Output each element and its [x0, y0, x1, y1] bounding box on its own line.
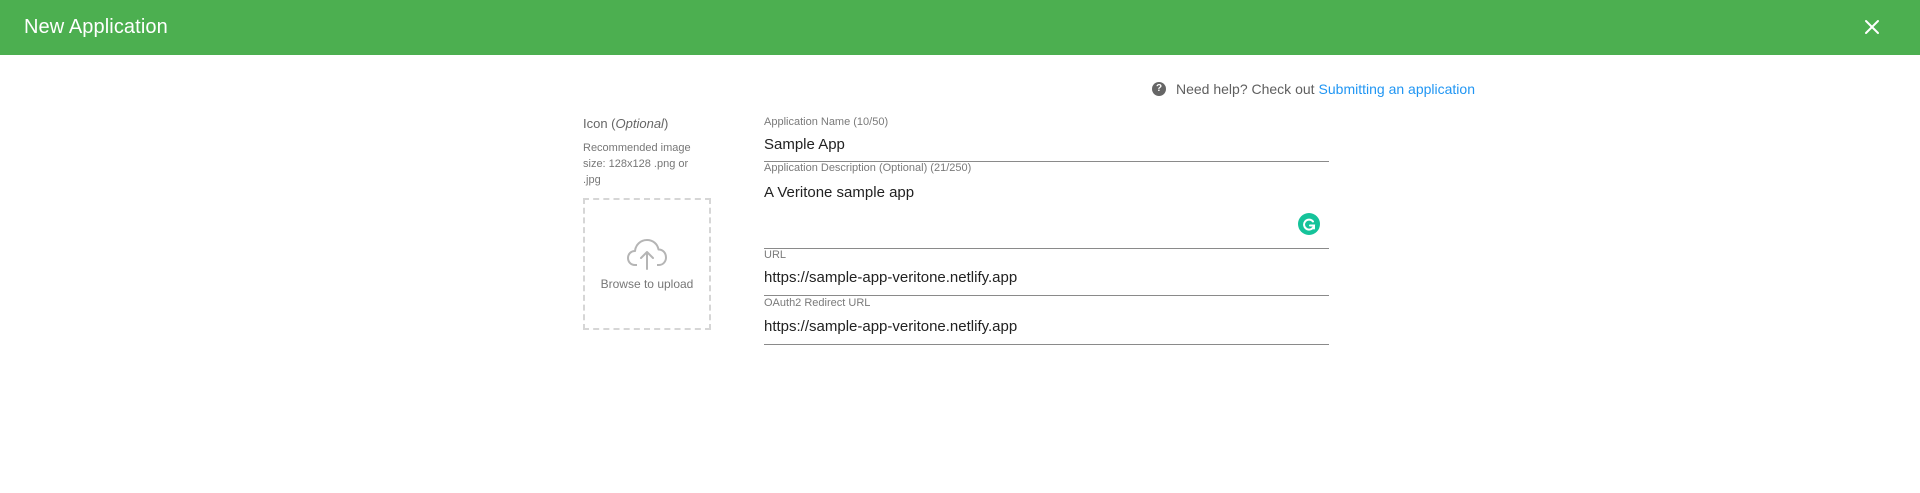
- icon-label-close: ): [663, 116, 669, 131]
- browse-to-upload-text: Browse to upload: [600, 277, 694, 291]
- submitting-application-link[interactable]: Submitting an application: [1319, 81, 1475, 97]
- close-icon: [1865, 20, 1879, 34]
- grammarly-button[interactable]: [1298, 213, 1320, 235]
- icon-size-hint: Recommended image size: 128x128 .png or …: [583, 142, 691, 186]
- url-label: URL: [764, 249, 787, 261]
- icon-label: Icon (Optional): [583, 116, 668, 131]
- oauth-redirect-url-field[interactable]: OAuth2 Redirect URL https://sample-app-v…: [764, 296, 1329, 345]
- application-description-field[interactable]: Application Description (Optional) (21/2…: [764, 162, 1329, 249]
- help-line: ? Need help? Check out Submitting an app…: [1152, 80, 1475, 98]
- url-input[interactable]: https://sample-app-veritone.netlify.app: [764, 269, 1017, 286]
- page-title: New Application: [24, 16, 168, 38]
- application-description-label: Application Description (Optional) (21/2…: [764, 162, 972, 174]
- oauth-redirect-url-label: OAuth2 Redirect URL: [764, 297, 871, 309]
- application-name-input[interactable]: Sample App: [764, 136, 845, 153]
- help-text: Need help? Check out: [1176, 81, 1315, 97]
- question-circle-icon: ?: [1152, 82, 1166, 96]
- icon-upload-dropzone[interactable]: Browse to upload: [583, 198, 711, 330]
- icon-label-text: Icon (: [583, 116, 616, 131]
- grammarly-icon: [1303, 218, 1316, 231]
- close-button[interactable]: [1860, 15, 1884, 39]
- application-name-label: Application Name (10/50): [764, 116, 889, 128]
- url-field[interactable]: URL https://sample-app-veritone.netlify.…: [764, 249, 1329, 296]
- oauth-redirect-url-input[interactable]: https://sample-app-veritone.netlify.app: [764, 318, 1017, 335]
- app-bar: New Application: [0, 0, 1920, 55]
- application-name-field[interactable]: Application Name (10/50) Sample App: [764, 114, 1329, 162]
- icon-label-optional: Optional: [615, 116, 664, 131]
- application-description-input[interactable]: A Veritone sample app: [764, 184, 914, 201]
- cloud-upload-icon: [627, 239, 667, 270]
